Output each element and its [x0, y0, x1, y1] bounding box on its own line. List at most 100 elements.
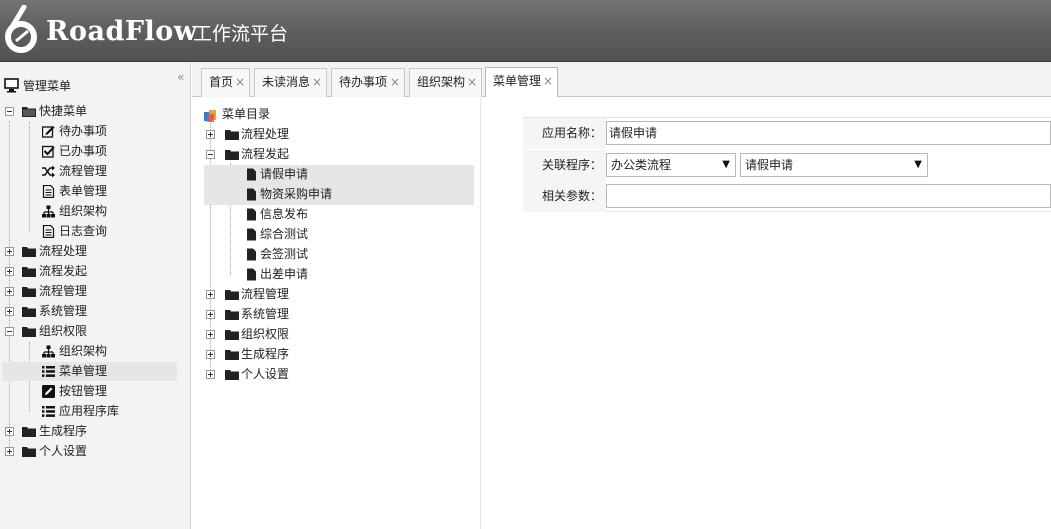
sidebar-item-org-permission[interactable]: 组织权限: [0, 322, 190, 341]
select-value: 请假申请: [745, 158, 794, 172]
expand-toggle-icon[interactable]: [206, 330, 215, 339]
sidebar-item-flow-management[interactable]: 流程管理: [0, 282, 190, 301]
expand-toggle-icon[interactable]: [5, 287, 14, 296]
params-input[interactable]: [606, 184, 1051, 208]
edit-icon: [42, 126, 55, 138]
tab-unread[interactable]: 未读消息 ×: [254, 68, 327, 97]
expand-toggle-icon[interactable]: [206, 370, 215, 379]
sidebar-item-label: 组织架构: [59, 344, 108, 358]
expand-toggle-icon[interactable]: [5, 247, 14, 256]
sidebar-item-button-manage[interactable]: 按钮管理: [0, 382, 190, 401]
form-row-app-name: 应用名称： 请假申请: [523, 118, 1051, 149]
tab-label: 未读消息: [262, 75, 311, 89]
tree-item-org-permission[interactable]: 组织权限: [192, 325, 472, 344]
sidebar-item-todo[interactable]: 待办事项: [0, 122, 190, 141]
sitemap-icon: [42, 205, 55, 218]
tree-item-info-publish[interactable]: 信息发布: [192, 205, 472, 224]
expand-toggle-icon[interactable]: [5, 267, 14, 276]
sidebar-item-org-structure[interactable]: 组织架构: [0, 342, 190, 361]
tree-item-personal[interactable]: 个人设置: [192, 365, 472, 384]
tree-item-leave[interactable]: 请假申请: [192, 165, 472, 184]
sidebar-collapse-button[interactable]: «: [177, 70, 184, 84]
list-icon: [42, 406, 55, 417]
tab-label: 待办事项: [339, 75, 388, 89]
tab-bar: 首页 × 未读消息 × 待办事项 × 组织架构 × 菜单管理 ×: [192, 62, 1051, 97]
platform-subtitle: 工作流平台: [193, 23, 289, 45]
expand-toggle-icon[interactable]: [206, 350, 215, 359]
sidebar-item-log[interactable]: 日志查询: [0, 222, 190, 241]
collapse-toggle-icon[interactable]: [206, 150, 215, 159]
sidebar-item-quick-menu[interactable]: 快捷菜单: [0, 102, 190, 121]
expand-toggle-icon[interactable]: [5, 427, 14, 436]
app-name-input[interactable]: 请假申请: [606, 121, 1051, 145]
tree-item-travel[interactable]: 出差申请: [192, 265, 472, 284]
brand-name: RoadFlow: [46, 16, 198, 47]
sidebar-item-label: 个人设置: [39, 444, 88, 458]
folder-open-icon: [22, 327, 36, 337]
tree-item-label: 系统管理: [241, 307, 290, 321]
app-name-label: 应用名称：: [523, 118, 606, 149]
file-icon: [247, 248, 256, 261]
tree-item-general-test[interactable]: 综合测试: [192, 225, 472, 244]
sidebar-item-flow-start[interactable]: 流程发起: [0, 262, 190, 281]
expand-toggle-icon[interactable]: [5, 447, 14, 456]
program-category-select[interactable]: 办公类流程 ▼: [606, 153, 736, 177]
tree-item-label: 物资采购申请: [260, 187, 333, 201]
tree-item-generate[interactable]: 生成程序: [192, 345, 472, 364]
sidebar-item-flow-process[interactable]: 流程处理: [0, 242, 190, 261]
sidebar-item-menu-manage[interactable]: 菜单管理: [0, 362, 190, 381]
menu-root[interactable]: 菜单目录: [192, 105, 472, 124]
tab-todo[interactable]: 待办事项 ×: [331, 68, 405, 97]
sidebar-item-flow-manage[interactable]: 流程管理: [0, 162, 190, 181]
folder-icon: [225, 130, 239, 140]
close-icon[interactable]: ×: [390, 69, 400, 96]
sidebar-item-personal[interactable]: 个人设置: [0, 442, 190, 461]
tree-item-label: 会签测试: [260, 247, 309, 261]
program-select[interactable]: 请假申请 ▼: [740, 153, 928, 177]
folder-icon: [225, 330, 239, 340]
sidebar-item-app-library[interactable]: 应用程序库: [0, 402, 190, 421]
close-icon[interactable]: ×: [312, 69, 322, 96]
collapse-toggle-icon[interactable]: [5, 107, 14, 116]
folder-open-icon: [22, 107, 36, 117]
expand-toggle-icon[interactable]: [206, 290, 215, 299]
collapse-toggle-icon[interactable]: [5, 327, 14, 336]
tab-menu-manage[interactable]: 菜单管理 ×: [485, 67, 558, 97]
tab-org[interactable]: 组织架构 ×: [409, 68, 482, 97]
expand-toggle-icon[interactable]: [5, 307, 14, 316]
document-icon: [42, 225, 55, 238]
checkbox-checked-icon: [42, 145, 55, 158]
sidebar-item-done[interactable]: 已办事项: [0, 142, 190, 161]
menu-root-icon: [204, 110, 216, 122]
sidebar-item-system[interactable]: 系统管理: [0, 302, 190, 321]
sidebar-item-label: 快捷菜单: [39, 104, 88, 118]
close-icon[interactable]: ×: [543, 68, 553, 95]
chevron-down-icon: ▼: [914, 159, 922, 170]
tree-item-flow-manage[interactable]: 流程管理: [192, 285, 472, 304]
program-label: 关联程序：: [523, 150, 606, 181]
folder-icon: [22, 267, 36, 277]
file-icon: [247, 168, 256, 181]
close-icon[interactable]: ×: [467, 69, 477, 96]
sidebar-title: 管理菜单: [23, 79, 72, 93]
folder-icon: [225, 310, 239, 320]
sidebar-item-label: 组织权限: [39, 324, 88, 338]
tab-home[interactable]: 首页 ×: [201, 68, 250, 97]
tree-item-countersign[interactable]: 会签测试: [192, 245, 472, 264]
sidebar-item-label: 已办事项: [59, 144, 108, 158]
sidebar-item-label: 组织架构: [59, 204, 108, 218]
tree-item-flow-process[interactable]: 流程处理: [192, 125, 472, 144]
expand-toggle-icon[interactable]: [206, 310, 215, 319]
tree-item-purchase[interactable]: 物资采购申请: [192, 185, 472, 204]
expand-toggle-icon[interactable]: [206, 130, 215, 139]
tree-item-label: 请假申请: [260, 167, 309, 181]
sidebar-item-label: 应用程序库: [59, 404, 120, 418]
tree-item-system[interactable]: 系统管理: [192, 305, 472, 324]
sidebar-item-org[interactable]: 组织架构: [0, 202, 190, 221]
tree-item-flow-start[interactable]: 流程发起: [192, 145, 472, 164]
close-icon[interactable]: ×: [235, 69, 245, 96]
sidebar-item-form-manage[interactable]: 表单管理: [0, 182, 190, 201]
sidebar-item-generate[interactable]: 生成程序: [0, 422, 190, 441]
form-row-program: 关联程序： 办公类流程 ▼ 请假申请 ▼: [523, 150, 1051, 181]
menu-tree-panel: 菜单目录 流程处理 流程发起 请假申请 物资采购申请 信息发布 综合测试 会签测…: [192, 97, 481, 529]
